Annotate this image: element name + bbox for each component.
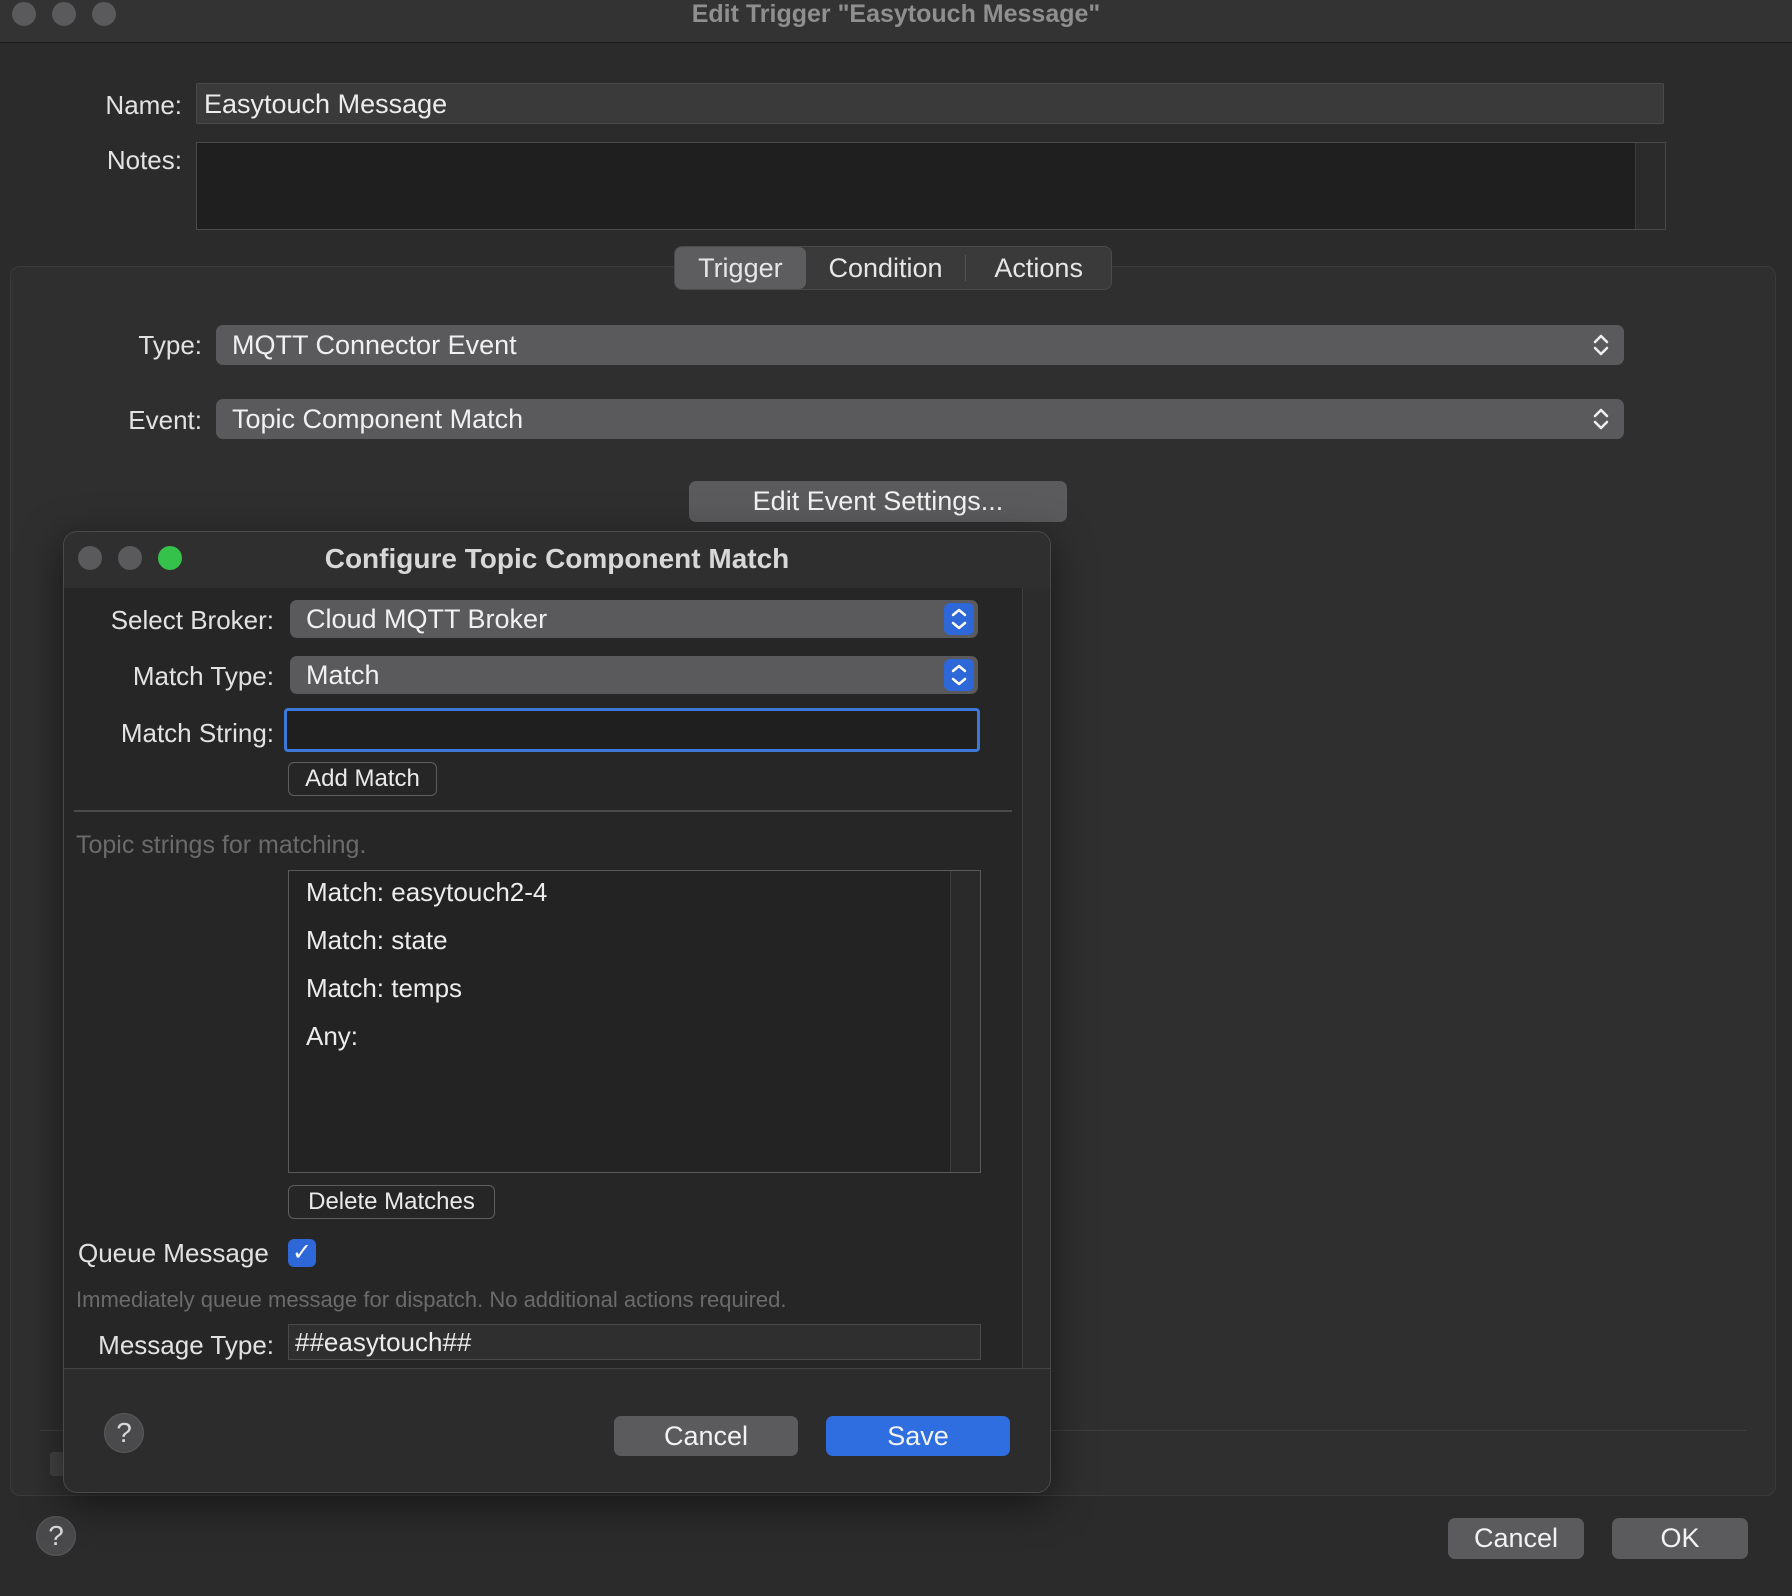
panel-handle — [50, 1452, 64, 1476]
ok-button[interactable]: OK — [1612, 1518, 1748, 1559]
match-type-select-value: Match — [306, 660, 380, 690]
tab-condition[interactable]: Condition — [806, 247, 966, 289]
notes-field[interactable] — [196, 142, 1666, 230]
notes-scrollbar[interactable] — [1635, 143, 1665, 229]
queue-message-label: Queue Message — [78, 1238, 269, 1268]
tab-actions[interactable]: Actions — [966, 247, 1111, 289]
match-string-input[interactable] — [284, 708, 980, 752]
notes-label: Notes: — [106, 145, 182, 175]
message-type-field[interactable]: ##easytouch## — [288, 1324, 981, 1360]
topics-hint: Topic strings for matching. — [76, 831, 367, 859]
sheet-scrollbar[interactable] — [1022, 588, 1023, 1368]
sheet-title: Configure Topic Component Match — [324, 543, 790, 574]
edit-event-settings-button[interactable]: Edit Event Settings... — [689, 481, 1067, 522]
list-item[interactable]: Match: state — [306, 925, 448, 956]
matches-list-scrollbar[interactable] — [950, 871, 980, 1172]
sheet-help-button[interactable]: ? — [104, 1413, 144, 1453]
broker-select[interactable]: Cloud MQTT Broker — [290, 600, 978, 638]
stepper-icon — [944, 603, 974, 635]
list-item[interactable]: Match: easytouch2-4 — [306, 877, 547, 908]
broker-label: Select Broker: — [110, 605, 274, 635]
chevron-updown-icon — [1593, 408, 1609, 430]
name-field[interactable]: Easytouch Message — [196, 83, 1664, 124]
divider — [74, 810, 1012, 812]
sheet-cancel-button[interactable]: Cancel — [614, 1416, 798, 1456]
broker-select-value: Cloud MQTT Broker — [306, 604, 548, 634]
type-select[interactable]: MQTT Connector Event — [216, 325, 1624, 365]
window-titlebar: Edit Trigger "Easytouch Message" — [0, 0, 1792, 43]
help-button[interactable]: ? — [36, 1516, 76, 1556]
matches-list[interactable]: Match: easytouch2-4 Match: state Match: … — [288, 870, 981, 1173]
message-type-label: Message Type: — [98, 1330, 274, 1360]
match-type-select[interactable]: Match — [290, 656, 978, 694]
name-label: Name: — [105, 90, 182, 120]
match-type-label: Match Type: — [132, 661, 274, 691]
match-string-text[interactable] — [287, 711, 977, 749]
type-select-value: MQTT Connector Event — [232, 330, 517, 360]
tab-bar: Trigger Condition Actions — [674, 246, 1112, 290]
stepper-icon — [944, 659, 974, 691]
type-label: Type: — [138, 330, 202, 360]
delete-matches-button[interactable]: Delete Matches — [288, 1185, 495, 1219]
tab-trigger[interactable]: Trigger — [675, 247, 806, 289]
queue-message-checkbox[interactable]: ✓ — [288, 1239, 316, 1267]
chevron-updown-icon — [1593, 334, 1609, 356]
match-string-label: Match String: — [120, 718, 274, 748]
add-match-button[interactable]: Add Match — [288, 762, 437, 796]
sheet-save-button[interactable]: Save — [826, 1416, 1010, 1456]
event-select[interactable]: Topic Component Match — [216, 399, 1624, 439]
cancel-button[interactable]: Cancel — [1448, 1518, 1584, 1559]
event-select-value: Topic Component Match — [232, 404, 524, 434]
divider — [64, 1368, 1050, 1369]
queue-hint: Immediately queue message for dispatch. … — [76, 1287, 787, 1312]
list-item[interactable]: Any: — [306, 1021, 358, 1052]
event-label: Event: — [128, 405, 202, 435]
window-title: Edit Trigger "Easytouch Message" — [691, 0, 1101, 28]
list-item[interactable]: Match: temps — [306, 973, 462, 1004]
